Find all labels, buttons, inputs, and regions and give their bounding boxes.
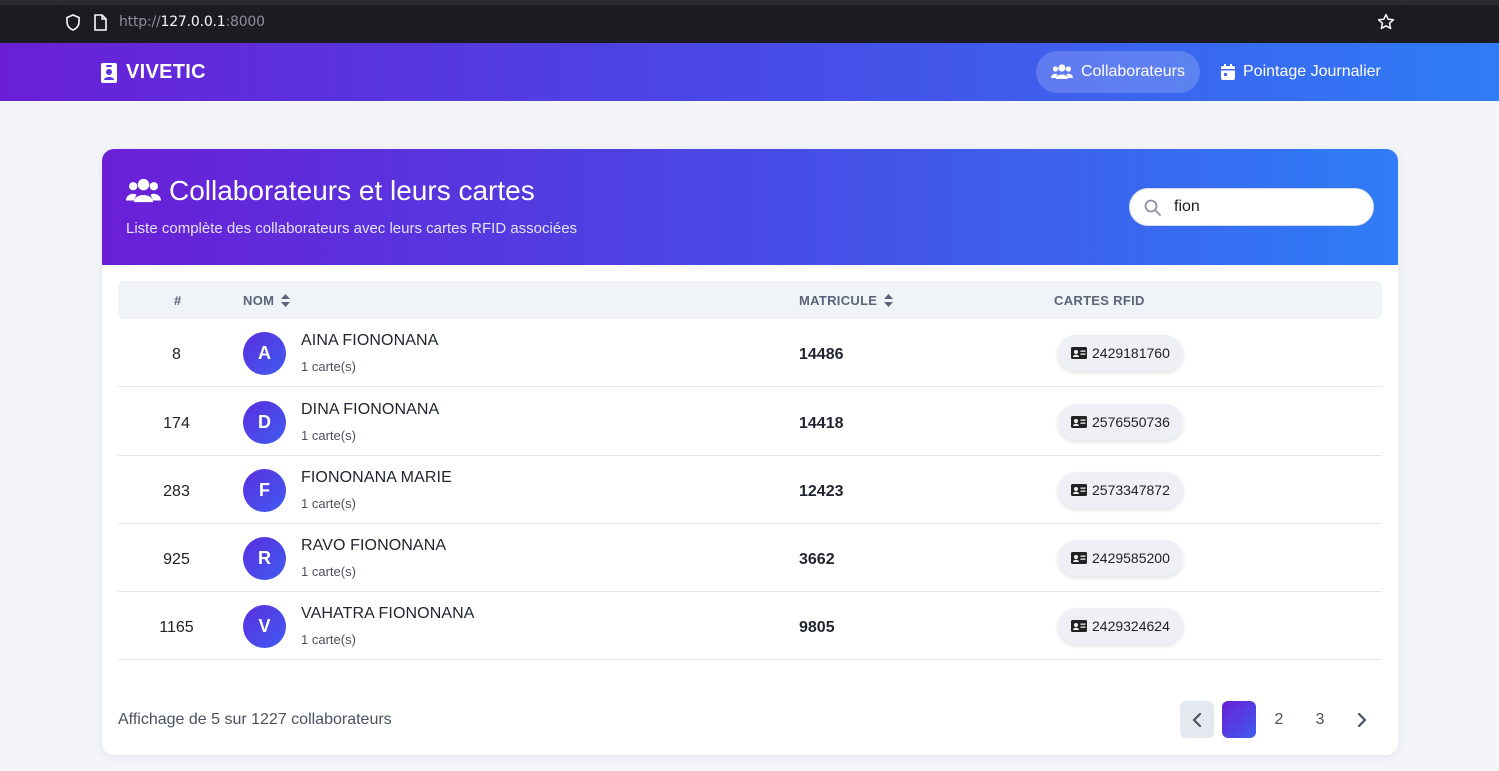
- card-count: 1 carte(s): [301, 564, 356, 579]
- rfid-badge[interactable]: 2429324624: [1058, 608, 1183, 644]
- nav-pointage-journalier[interactable]: Pointage Journalier: [1206, 51, 1396, 93]
- collaborator-name: VAHATRA FIONONANA: [301, 605, 475, 622]
- bookmark-star-icon[interactable]: [1377, 13, 1395, 31]
- matricule: 9805: [799, 619, 835, 636]
- shield-icon[interactable]: [65, 14, 81, 31]
- header-number: #: [174, 293, 182, 308]
- table-row[interactable]: 283 F FIONONANA MARIE 1 carte(s) 12423 2…: [118, 456, 1382, 524]
- nav-collaborateurs[interactable]: Collaborateurs: [1036, 51, 1200, 93]
- search-input[interactable]: [1174, 195, 1364, 219]
- matricule: 14486: [799, 346, 844, 363]
- page-3-button[interactable]: 3: [1303, 701, 1337, 738]
- app-navbar: VIVETIC Collaborateurs Pointage Journali…: [0, 43, 1499, 101]
- page-1-button[interactable]: 1: [1222, 701, 1256, 738]
- brand-logo[interactable]: VIVETIC: [101, 61, 206, 84]
- rfid-badge[interactable]: 2573347872: [1058, 472, 1183, 508]
- header-nom[interactable]: NOM: [243, 293, 291, 308]
- next-page-button[interactable]: [1345, 701, 1379, 738]
- rfid-number: 2429181760: [1092, 345, 1170, 361]
- row-number: 925: [163, 551, 190, 568]
- avatar: F: [243, 469, 286, 512]
- rfid-badge[interactable]: 2429181760: [1058, 335, 1183, 371]
- avatar: V: [243, 605, 286, 648]
- row-number: 8: [172, 346, 181, 363]
- card-count: 1 carte(s): [301, 359, 356, 374]
- tab-strip: [0, 0, 1499, 5]
- header-cartes-rfid: CARTES RFID: [1054, 293, 1145, 308]
- calendar-icon: [1221, 64, 1235, 80]
- id-card-icon: [1071, 416, 1087, 428]
- users-icon: [126, 178, 161, 203]
- browser-toolbar: http://127.0.0.1:8000: [0, 0, 1499, 43]
- brand-name: VIVETIC: [126, 61, 206, 83]
- card-header: Collaborateurs et leurs cartes Liste com…: [102, 149, 1398, 265]
- id-card-icon: [1071, 552, 1087, 564]
- matricule: 14418: [799, 415, 844, 432]
- table-row[interactable]: 174 D DINA FIONONANA 1 carte(s) 14418 25…: [118, 388, 1382, 456]
- collaborators-card: Collaborateurs et leurs cartes Liste com…: [102, 149, 1398, 755]
- avatar: R: [243, 537, 286, 580]
- previous-page-button[interactable]: [1180, 701, 1214, 738]
- id-badge-icon: [101, 62, 117, 83]
- matricule: 3662: [799, 551, 835, 568]
- id-card-icon: [1071, 484, 1087, 496]
- table-header: # NOM MATRICULE CARTES RFID: [118, 281, 1382, 319]
- collaborator-name: FIONONANA MARIE: [301, 469, 452, 486]
- card-subtitle: Liste complète des collaborateurs avec l…: [126, 220, 578, 237]
- search-box[interactable]: [1129, 188, 1374, 226]
- row-number: 174: [163, 415, 190, 432]
- id-card-icon: [1071, 347, 1087, 359]
- page-2-button[interactable]: 2: [1262, 701, 1296, 738]
- address-bar[interactable]: http://127.0.0.1:8000: [57, 7, 1403, 38]
- rfid-number: 2573347872: [1092, 482, 1170, 498]
- header-matricule[interactable]: MATRICULE: [799, 293, 894, 308]
- rfid-badge[interactable]: 2429585200: [1058, 540, 1183, 576]
- collaborator-name: RAVO FIONONANA: [301, 537, 447, 554]
- row-number: 283: [163, 483, 190, 500]
- card-count: 1 carte(s): [301, 496, 356, 511]
- rfid-badge[interactable]: 2576550736: [1058, 404, 1183, 440]
- id-card-icon: [1071, 620, 1087, 632]
- table-row[interactable]: 8 A AINA FIONONANA 1 carte(s) 14486 2429…: [118, 319, 1382, 387]
- collaborator-name: AINA FIONONANA: [301, 332, 439, 349]
- rfid-number: 2576550736: [1092, 414, 1170, 430]
- card-count: 1 carte(s): [301, 632, 356, 647]
- page-icon: [94, 14, 107, 31]
- rfid-number: 2429324624: [1092, 618, 1170, 634]
- avatar: D: [243, 401, 286, 444]
- sort-icon[interactable]: [884, 294, 894, 307]
- card-title-text: Collaborateurs et leurs cartes: [169, 175, 535, 206]
- rfid-number: 2429585200: [1092, 550, 1170, 566]
- search-icon: [1144, 199, 1161, 216]
- card-title: Collaborateurs et leurs cartes: [126, 175, 535, 207]
- sort-icon[interactable]: [281, 294, 291, 307]
- row-number: 1165: [159, 619, 194, 636]
- matricule: 12423: [799, 483, 844, 500]
- nav-collaborateurs-label: Collaborateurs: [1080, 63, 1185, 80]
- pagination: 1 2 3: [102, 701, 1398, 738]
- url-text[interactable]: http://127.0.0.1:8000: [119, 14, 265, 30]
- table-row[interactable]: 1165 V VAHATRA FIONONANA 1 carte(s) 9805…: [118, 592, 1382, 660]
- chevron-right-icon: [1357, 712, 1367, 727]
- collaborator-name: DINA FIONONANA: [301, 401, 440, 418]
- nav-pointage-label: Pointage Journalier: [1243, 63, 1381, 80]
- avatar: A: [243, 332, 286, 375]
- users-icon: [1051, 64, 1073, 79]
- table-row[interactable]: 925 R RAVO FIONONANA 1 carte(s) 3662 242…: [118, 524, 1382, 592]
- chevron-left-icon: [1192, 712, 1202, 727]
- card-count: 1 carte(s): [301, 428, 356, 443]
